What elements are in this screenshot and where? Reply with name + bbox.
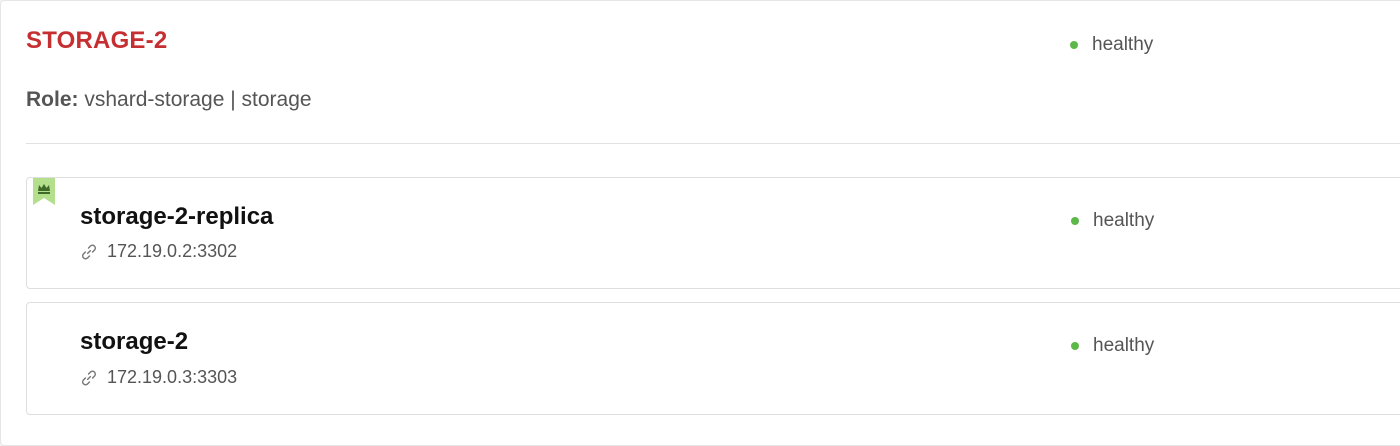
- link-icon: [82, 370, 96, 385]
- server-uri: 172.19.0.3:3303: [80, 367, 237, 388]
- replicaset-status-text: healthy: [1092, 34, 1154, 55]
- crown-icon: [33, 178, 55, 205]
- server-status-text: healthy: [1093, 335, 1155, 356]
- replicaset-name[interactable]: STORAGE-2: [26, 27, 167, 55]
- status-dot-icon: [1071, 217, 1079, 225]
- server-alias[interactable]: storage-2-replica: [80, 203, 273, 231]
- role-value: vshard-storage | storage: [84, 88, 312, 111]
- server-status: healthy: [1071, 335, 1154, 357]
- server-status-text: healthy: [1093, 210, 1155, 231]
- server-status: healthy: [1071, 210, 1154, 232]
- server-uri-text: 172.19.0.3:3303: [107, 367, 238, 387]
- server-alias[interactable]: storage-2: [80, 328, 188, 356]
- server-uri: 172.19.0.2:3302: [80, 241, 237, 262]
- status-dot-icon: [1070, 41, 1078, 49]
- role-label: Role:: [26, 88, 79, 111]
- section-divider: [26, 143, 1400, 144]
- replicaset-status: healthy: [1070, 34, 1153, 56]
- replicaset-role: Role: vshard-storage | storage: [26, 88, 312, 112]
- replicaset-panel: STORAGE-2 healthy Role: vshard-storage |…: [0, 0, 1400, 446]
- server-uri-text: 172.19.0.2:3302: [107, 241, 238, 261]
- status-dot-icon: [1071, 342, 1079, 350]
- server-card[interactable]: storage-2-replica 172.19.0.2:3302 health…: [26, 177, 1400, 289]
- server-card[interactable]: storage-2 172.19.0.3:3303 healthy: [26, 302, 1400, 415]
- link-icon: [82, 244, 96, 259]
